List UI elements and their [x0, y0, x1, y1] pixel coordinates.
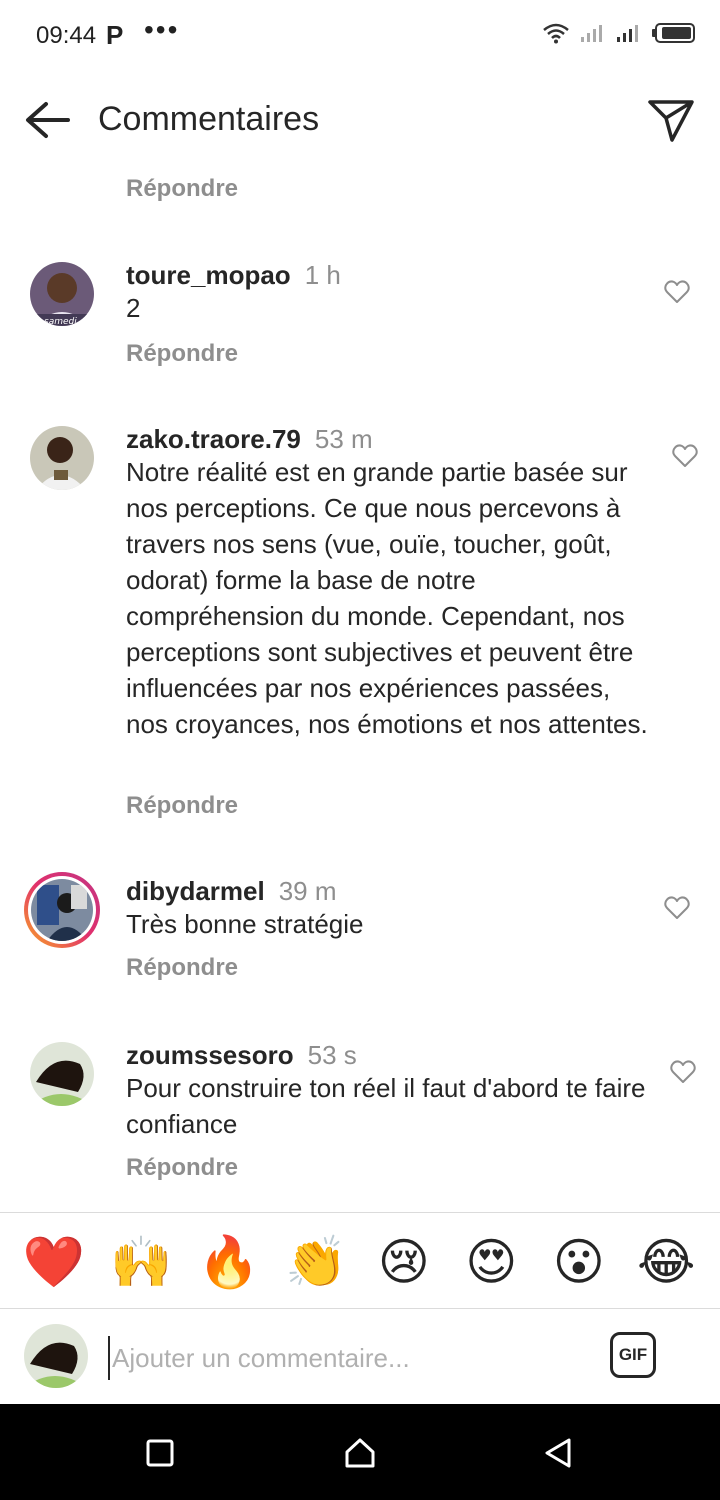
back-triangle-icon — [545, 1438, 571, 1468]
avatar-caption: samedi — [44, 317, 77, 326]
emoji-laughing[interactable]: 😂 — [636, 1232, 696, 1292]
gif-button[interactable]: GIF — [610, 1332, 656, 1378]
system-nav-bar — [0, 1404, 720, 1500]
divider — [0, 1308, 720, 1309]
status-bar: 09:44 P ••• — [0, 0, 720, 72]
comment-text: Pour construire ton réel il faut d'abord… — [126, 1073, 646, 1139]
emoji-heart-eyes[interactable]: 😍 — [461, 1232, 521, 1292]
comment-time: 53 s — [307, 1040, 357, 1070]
comment-text: 2 — [126, 293, 141, 323]
wifi-icon — [543, 23, 569, 44]
avatar-image — [31, 879, 93, 941]
comment-text: Très bonne stratégie — [126, 909, 364, 939]
comment-header: zoumssesoro 53 s — [126, 1040, 357, 1071]
comment-header: dibydarmel 39 m — [126, 876, 337, 907]
avatar-ring-gap — [28, 876, 96, 944]
status-time: 09:44 — [36, 22, 97, 49]
emoji-surprised[interactable]: 😮 — [549, 1232, 609, 1292]
avatar-image — [30, 426, 94, 490]
paper-plane-icon — [648, 100, 694, 142]
avatar-image: samedi — [30, 262, 94, 326]
home-button[interactable] — [343, 1436, 377, 1470]
square-icon — [146, 1439, 174, 1467]
avatar[interactable] — [30, 1042, 94, 1106]
comment-time: 53 m — [314, 424, 373, 454]
recent-apps-button[interactable] — [143, 1436, 177, 1470]
heart-icon — [672, 444, 698, 467]
username[interactable]: zako.traore.79 — [126, 424, 301, 454]
signal-icon — [581, 25, 602, 42]
avatar[interactable]: samedi — [30, 262, 94, 326]
current-user-avatar — [24, 1324, 88, 1388]
reply-button[interactable]: Répondre — [126, 792, 238, 820]
like-button[interactable] — [672, 444, 698, 468]
comment-input[interactable] — [108, 1336, 578, 1380]
username[interactable]: zoumssesoro — [126, 1040, 294, 1070]
reply-button[interactable]: Répondre — [126, 175, 238, 203]
home-icon — [345, 1438, 375, 1468]
status-icons — [542, 22, 696, 44]
emoji-crying[interactable]: 😢 — [374, 1232, 434, 1292]
username[interactable]: dibydarmel — [126, 876, 265, 906]
avatar-story-ring[interactable] — [24, 872, 100, 948]
username[interactable]: toure_mopao — [126, 260, 291, 290]
reply-button[interactable]: Répondre — [126, 954, 238, 982]
comment-time: 1 h — [304, 260, 341, 290]
comment-composer: GIF — [0, 1310, 720, 1404]
header: Commentaires — [0, 82, 720, 158]
like-button[interactable] — [664, 896, 690, 920]
reply-button[interactable]: Répondre — [126, 1154, 238, 1182]
heart-icon — [664, 896, 690, 919]
reply-button[interactable]: Répondre — [126, 340, 238, 368]
share-button[interactable] — [646, 96, 696, 144]
avatar-image — [30, 1042, 94, 1106]
avatar-image — [24, 1324, 88, 1388]
back-button[interactable] — [22, 96, 74, 144]
more-notifications-icon: ••• — [144, 14, 180, 45]
divider — [0, 1212, 720, 1213]
page-title: Commentaires — [98, 100, 320, 138]
emoji-reaction-bar: ❤️ 🙌 🔥 👏 😢 😍 😮 😂 — [0, 1226, 720, 1298]
heart-icon — [664, 280, 690, 303]
like-button[interactable] — [670, 1060, 696, 1084]
avatar[interactable] — [30, 426, 94, 490]
comment-header: toure_mopao 1 h — [126, 260, 341, 291]
comment-header: zako.traore.79 53 m — [126, 424, 373, 455]
emoji-clapping[interactable]: 👏 — [285, 1232, 347, 1292]
back-nav-button[interactable] — [541, 1436, 575, 1470]
emoji-fire[interactable]: 🔥 — [198, 1232, 260, 1292]
comment-time: 39 m — [278, 876, 337, 906]
signal-icon — [617, 25, 638, 42]
like-button[interactable] — [664, 280, 690, 304]
app-notification-icon: P — [106, 20, 124, 50]
arrow-left-icon — [26, 102, 70, 138]
emoji-heart[interactable]: ❤️ — [23, 1232, 85, 1292]
comment-text: Notre réalité est en grande partie basée… — [126, 457, 648, 739]
emoji-raising-hands[interactable]: 🙌 — [110, 1232, 172, 1292]
heart-icon — [670, 1060, 696, 1083]
battery-icon — [652, 23, 695, 43]
